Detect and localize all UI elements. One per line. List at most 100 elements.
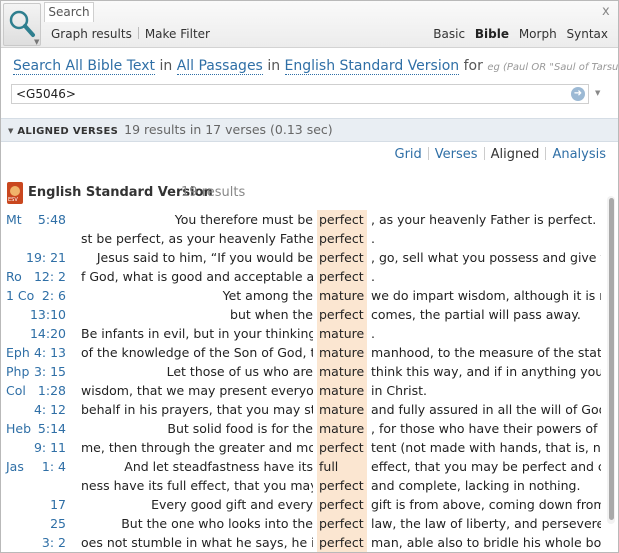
matched-word[interactable]: perfect xyxy=(319,248,364,267)
search-mode-tabs: Basic Bible Morph Syntax xyxy=(427,27,608,41)
view-aligned[interactable]: Aligned xyxy=(485,147,546,162)
result-row[interactable]: Jas 1: 4 And let steadfastness have its ful… xyxy=(1,457,606,476)
matched-word[interactable]: perfect xyxy=(319,495,364,514)
result-row[interactable]: 1 Co 2: 6 Yet among the mature we do impart … xyxy=(1,286,606,305)
matched-word[interactable]: perfect xyxy=(319,267,364,286)
verse-reference-link[interactable]: 5:14 xyxy=(1,419,66,438)
section-title: ALIGNED VERSES xyxy=(17,126,119,137)
result-row[interactable]: Php 3: 15 Let those of us who are mature thi… xyxy=(1,362,606,381)
matched-word[interactable]: full xyxy=(319,457,338,476)
search-scope-link[interactable]: Search All Bible Text xyxy=(13,58,156,75)
context-after: . xyxy=(371,231,375,246)
mode-syntax[interactable]: Syntax xyxy=(567,27,608,41)
result-row[interactable]: 3: 2 oes not stumble in what he says, he … xyxy=(1,533,606,552)
verse-reference-link[interactable]: 3: 15 xyxy=(1,362,66,381)
matched-word[interactable]: mature xyxy=(319,343,364,362)
context-before: Every good gift and every xyxy=(151,497,313,512)
aligned-verses-bar[interactable]: ▼ ALIGNED VERSES 19 results in 17 verses (… xyxy=(1,118,618,142)
result-row[interactable]: Col 1:28 wisdom, that we may present every… xyxy=(1,381,606,400)
query-in-text-2: in xyxy=(267,58,281,74)
passages-link[interactable]: All Passages xyxy=(176,58,263,75)
query-in-text: in xyxy=(159,58,173,74)
result-row[interactable]: st be perfect, as your heavenly Father i… xyxy=(1,229,606,248)
mode-bible[interactable]: Bible xyxy=(475,27,509,41)
context-after: gift is from above, coming down from th xyxy=(371,497,601,512)
context-after: think this way, and if in anything you t… xyxy=(371,364,601,379)
context-after: man, able also to bridle his whole body xyxy=(371,535,601,550)
matched-word[interactable]: perfect xyxy=(319,210,364,229)
result-row[interactable]: 14:20 Be infants in evil, but in your thi… xyxy=(1,324,606,343)
verse-reference-link[interactable]: 4: 13 xyxy=(1,343,66,362)
context-after: . xyxy=(371,269,375,284)
verse-reference-link[interactable]: 25 xyxy=(1,514,66,533)
verse-reference-link[interactable]: 5:48 xyxy=(1,210,66,229)
graph-results-button[interactable]: Graph results xyxy=(51,27,132,41)
verse-reference-link[interactable]: 12: 2 xyxy=(1,267,66,286)
matched-word[interactable]: mature xyxy=(319,286,364,305)
verse-reference-link[interactable]: 2: 6 xyxy=(1,286,66,305)
result-row[interactable]: 25 But the one who looks into the perfect l… xyxy=(1,514,606,533)
context-after: law, the law of liberty, and perseveres, xyxy=(371,516,601,531)
matched-word[interactable]: mature xyxy=(319,362,364,381)
result-row[interactable]: 4: 12 behalf in his prayers, that you may… xyxy=(1,400,606,419)
verse-reference-link[interactable]: 9: 11 xyxy=(1,438,66,457)
context-after: effect, that you may be perfect and com xyxy=(371,459,601,474)
magnifier-icon xyxy=(9,10,35,37)
matched-word[interactable]: mature xyxy=(319,400,364,419)
result-row[interactable]: 17 Every good gift and every perfect gift i… xyxy=(1,495,606,514)
view-analysis[interactable]: Analysis xyxy=(546,147,612,162)
result-row[interactable]: Mt 5:48 You therefore must be perfect, as y… xyxy=(1,210,606,229)
context-before: behalf in his prayers, that you may stan… xyxy=(81,402,313,417)
verse-reference-link[interactable]: 4: 12 xyxy=(1,400,66,419)
matched-word[interactable]: perfect xyxy=(319,229,364,248)
search-input[interactable]: <G5046> ➜ xyxy=(11,84,589,104)
matched-word[interactable]: perfect xyxy=(319,305,364,324)
result-row[interactable]: Heb 5:14 But solid food is for the mature, … xyxy=(1,419,606,438)
verse-reference-link[interactable]: 14:20 xyxy=(1,324,66,343)
result-row[interactable]: Ro 12: 2f God, what is good and acceptabl… xyxy=(1,267,606,286)
matched-word[interactable]: mature xyxy=(319,381,364,400)
context-before: But solid food is for the xyxy=(167,421,313,436)
context-after: we do impart wisdom, although it is not xyxy=(371,288,601,303)
history-chevron-icon[interactable]: ▼ xyxy=(595,89,600,97)
search-panel: ▼ Search x Graph results Make Filter Basi… xyxy=(0,0,619,553)
mode-basic[interactable]: Basic xyxy=(433,27,465,41)
verse-reference-link[interactable]: 1:28 xyxy=(1,381,66,400)
matched-word[interactable]: perfect xyxy=(319,438,364,457)
chevron-down-icon: ▼ xyxy=(34,38,40,46)
matched-word[interactable]: mature xyxy=(319,419,364,438)
context-before: Yet among the xyxy=(222,288,313,303)
mode-morph[interactable]: Morph xyxy=(519,27,557,41)
verse-reference-link[interactable]: 19: 21 xyxy=(1,248,66,267)
result-row[interactable]: 9: 11 me, then through the greater and mo… xyxy=(1,438,606,457)
context-before: me, then through the greater and more xyxy=(81,440,313,455)
context-before: st be perfect, as your heavenly Father i… xyxy=(81,231,313,246)
search-input-value: <G5046> xyxy=(16,87,76,101)
result-row[interactable]: 13:10 but when the perfect comes, the parti… xyxy=(1,305,606,324)
close-icon[interactable]: x xyxy=(602,4,610,19)
version-link[interactable]: English Standard Version xyxy=(284,58,460,75)
search-menu-button[interactable]: ▼ xyxy=(3,3,41,46)
divider xyxy=(137,27,139,39)
tab-search[interactable]: Search xyxy=(44,2,94,22)
view-grid[interactable]: Grid xyxy=(389,147,428,162)
matched-word[interactable]: mature xyxy=(319,324,364,343)
go-arrow-icon[interactable]: ➜ xyxy=(571,87,585,101)
view-verses[interactable]: Verses xyxy=(429,147,484,162)
scrollbar-thumb[interactable] xyxy=(609,198,614,520)
matched-word[interactable]: perfect xyxy=(319,514,364,533)
verse-reference-link[interactable]: 13:10 xyxy=(1,305,66,324)
collapse-triangle-icon[interactable]: ▼ xyxy=(8,127,13,135)
result-row[interactable]: Eph 4: 13 of the knowledge of the Son of G… xyxy=(1,343,606,362)
result-row[interactable]: 19: 21 Jesus said to him, “If you would b… xyxy=(1,248,606,267)
verse-reference-link[interactable]: 17 xyxy=(1,495,66,514)
matched-word[interactable]: perfect xyxy=(319,476,364,495)
matched-word[interactable]: perfect xyxy=(319,533,364,552)
context-before: You therefore must be xyxy=(174,212,313,227)
context-before: oes not stumble in what he says, he is a xyxy=(81,535,313,550)
verse-reference-link[interactable]: 3: 2 xyxy=(1,533,66,552)
make-filter-button[interactable]: Make Filter xyxy=(145,27,210,41)
verse-reference-link[interactable]: 1: 4 xyxy=(1,457,66,476)
result-row[interactable]: ness have its full effect, that you may … xyxy=(1,476,606,495)
result-actions: Graph results Make Filter xyxy=(51,27,210,41)
